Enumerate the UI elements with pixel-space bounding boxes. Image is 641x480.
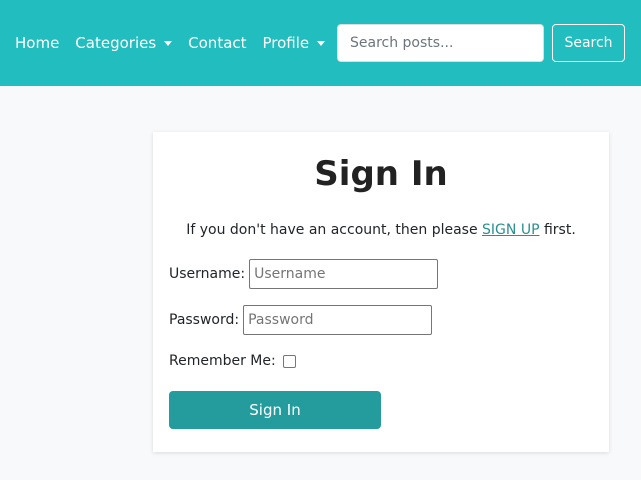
remember-label: Remember Me: <box>169 353 276 369</box>
username-field[interactable] <box>249 259 439 289</box>
caret-down-icon <box>164 40 173 46</box>
nav-links: Home Categories Contact Profile <box>15 34 341 52</box>
search-button[interactable]: Search <box>552 24 625 62</box>
remember-checkbox[interactable] <box>282 354 296 368</box>
signup-prompt: If you don't have an account, then pleas… <box>153 222 609 238</box>
page-title: Sign In <box>314 154 448 194</box>
password-row: Password: <box>169 305 433 335</box>
username-row: Username: <box>169 259 439 289</box>
nav-item-home-label: Home <box>15 34 60 52</box>
signup-prompt-prefix: If you don't have an account, then pleas… <box>186 222 483 238</box>
navbar: Home Categories Contact Profile Search <box>0 0 641 86</box>
nav-item-categories[interactable]: Categories <box>75 34 173 52</box>
password-field[interactable] <box>243 305 433 335</box>
signup-link[interactable]: SIGN UP <box>482 222 539 238</box>
username-label: Username: <box>169 266 246 282</box>
password-label: Password: <box>169 312 240 328</box>
nav-item-contact-label: Contact <box>188 34 247 52</box>
nav-item-home[interactable]: Home <box>15 34 59 52</box>
caret-down-icon <box>317 40 326 46</box>
search-input[interactable] <box>337 24 544 62</box>
signin-button[interactable]: Sign In <box>169 391 381 429</box>
signup-prompt-suffix: first. <box>539 222 576 238</box>
nav-item-profile-label: Profile <box>262 34 310 52</box>
nav-item-profile[interactable]: Profile <box>263 34 326 52</box>
nav-item-categories-label: Categories <box>75 34 157 52</box>
signin-card: Sign In If you don't have an account, th… <box>153 132 609 452</box>
nav-item-contact[interactable]: Contact <box>188 34 246 52</box>
remember-row: Remember Me: <box>169 353 296 369</box>
